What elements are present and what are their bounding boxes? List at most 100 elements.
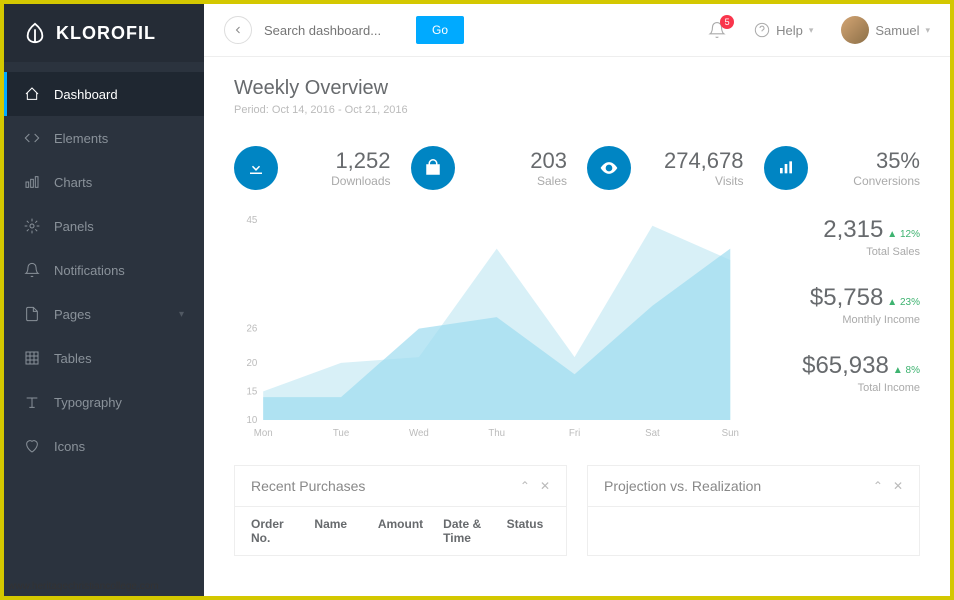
collapse-icon[interactable]: ⌃ (873, 479, 883, 493)
stat-downloads: 1,252Downloads (234, 146, 391, 190)
table-column-header: Status (507, 517, 550, 545)
table-icon (24, 350, 40, 366)
table-column-header: Name (314, 517, 357, 545)
side-stats: 2,315▲ 12%Total Sales$5,758▲ 23%Monthly … (770, 210, 920, 445)
stat-value: 1,252 (290, 148, 391, 174)
chart: 10 15 20 26 45 Mon Tue Wed Thu Fri Sat Sun (234, 210, 740, 445)
chevron-down-icon: ▾ (179, 309, 184, 320)
home-icon (24, 86, 40, 102)
brand-name: KLOROFIL (56, 23, 156, 44)
table-column-header: Date & Time (443, 517, 486, 545)
user-menu[interactable]: Samuel ▾ (841, 16, 930, 44)
recent-purchases-panel: Recent Purchases ⌃ ✕ Order No. Name Amount… (234, 465, 567, 556)
sidebar: KLOROFIL Dashboard Elements Charts Panels No… (4, 4, 204, 596)
sidebar-item-label: Dashboard (54, 87, 118, 102)
stat-label: Visits (643, 174, 744, 188)
stats-row: 1,252Downloads 203Sales 274,678Visits 35%Co… (234, 146, 920, 190)
side-stat-delta: ▲ 12% (887, 229, 920, 240)
bars-icon (764, 146, 808, 190)
close-icon[interactable]: ✕ (540, 479, 550, 493)
close-icon[interactable]: ✕ (893, 479, 903, 493)
avatar (841, 16, 869, 44)
brand: KLOROFIL (4, 4, 204, 62)
stat-label: Downloads (290, 174, 391, 188)
chart-icon (24, 174, 40, 190)
side-stat-label: Total Income (770, 382, 920, 394)
side-stat-delta: ▲ 23% (887, 297, 920, 308)
svg-text:Sun: Sun (722, 428, 739, 439)
svg-text:20: 20 (247, 358, 258, 369)
svg-text:26: 26 (247, 323, 258, 334)
panel-title: Recent Purchases (251, 478, 510, 494)
user-name: Samuel (875, 23, 919, 38)
topbar: Go 5 Help ▾ Samuel ▾ (204, 4, 950, 57)
side-stat-value: $5,758 (810, 284, 883, 312)
code-icon (24, 130, 40, 146)
page-title: Weekly Overview (234, 77, 920, 100)
svg-text:Mon: Mon (254, 428, 273, 439)
main: Go 5 Help ▾ Samuel ▾ Weekly Overview Per… (204, 4, 950, 596)
sidebar-item-label: Notifications (54, 263, 125, 278)
heart-icon (24, 438, 40, 454)
collapse-icon[interactable]: ⌃ (520, 479, 530, 493)
sidebar-item-charts[interactable]: Charts (4, 160, 204, 204)
svg-text:15: 15 (247, 386, 258, 397)
stat-value: 203 (467, 148, 568, 174)
sidebar-item-icons[interactable]: Icons (4, 424, 204, 468)
table-column-header: Order No. (251, 517, 294, 545)
sidebar-item-elements[interactable]: Elements (4, 116, 204, 160)
download-icon (234, 146, 278, 190)
panel-title: Projection vs. Realization (604, 478, 863, 494)
svg-text:Sat: Sat (645, 428, 660, 439)
leaf-icon (24, 22, 46, 44)
help-button[interactable]: Help ▾ (754, 22, 813, 38)
content: Weekly Overview Period: Oct 14, 2016 - O… (204, 57, 950, 596)
svg-text:Tue: Tue (333, 428, 350, 439)
go-button[interactable]: Go (416, 16, 464, 44)
notification-badge: 5 (720, 15, 734, 29)
sidebar-item-notifications[interactable]: Notifications (4, 248, 204, 292)
sidebar-nav: Dashboard Elements Charts Panels Notificatio… (4, 62, 204, 468)
eye-icon (587, 146, 631, 190)
stat-label: Conversions (820, 174, 921, 188)
bag-icon (411, 146, 455, 190)
search-input[interactable] (264, 23, 404, 38)
svg-text:Thu: Thu (488, 428, 505, 439)
side-stat-value: 2,315 (823, 216, 883, 244)
projection-panel: Projection vs. Realization ⌃ ✕ (587, 465, 920, 556)
table-column-header: Amount (378, 517, 423, 545)
sidebar-item-label: Elements (54, 131, 108, 146)
page-icon (24, 306, 40, 322)
svg-text:10: 10 (247, 415, 258, 426)
side-stat-value: $65,938 (802, 352, 889, 380)
sidebar-item-panels[interactable]: Panels (4, 204, 204, 248)
notifications-button[interactable]: 5 (708, 21, 726, 39)
type-icon (24, 394, 40, 410)
stat-value: 274,678 (643, 148, 744, 174)
side-stat: $5,758▲ 23%Monthly Income (770, 284, 920, 326)
stat-label: Sales (467, 174, 568, 188)
side-stat-delta: ▲ 8% (893, 365, 920, 376)
gear-icon (24, 218, 40, 234)
stat-conversions: 35%Conversions (764, 146, 921, 190)
help-label: Help (776, 23, 803, 38)
sidebar-item-pages[interactable]: Pages▾ (4, 292, 204, 336)
table-header: Order No. Name Amount Date & Time Status (235, 507, 566, 555)
sidebar-item-typography[interactable]: Typography (4, 380, 204, 424)
page-subtitle: Period: Oct 14, 2016 - Oct 21, 2016 (234, 104, 920, 116)
bell-icon (24, 262, 40, 278)
sidebar-item-dashboard[interactable]: Dashboard (4, 72, 204, 116)
stat-visits: 274,678Visits (587, 146, 744, 190)
footer-url: www.heritagechristiancollege.com (8, 581, 159, 592)
side-stat-label: Total Sales (770, 246, 920, 258)
stat-sales: 203Sales (411, 146, 568, 190)
stat-value: 35% (820, 148, 921, 174)
svg-text:Wed: Wed (409, 428, 429, 439)
back-button[interactable] (224, 16, 252, 44)
svg-text:45: 45 (247, 215, 258, 226)
sidebar-item-label: Panels (54, 219, 94, 234)
svg-text:Fri: Fri (569, 428, 580, 439)
sidebar-item-label: Icons (54, 439, 85, 454)
chevron-down-icon: ▾ (925, 25, 930, 36)
sidebar-item-tables[interactable]: Tables (4, 336, 204, 380)
